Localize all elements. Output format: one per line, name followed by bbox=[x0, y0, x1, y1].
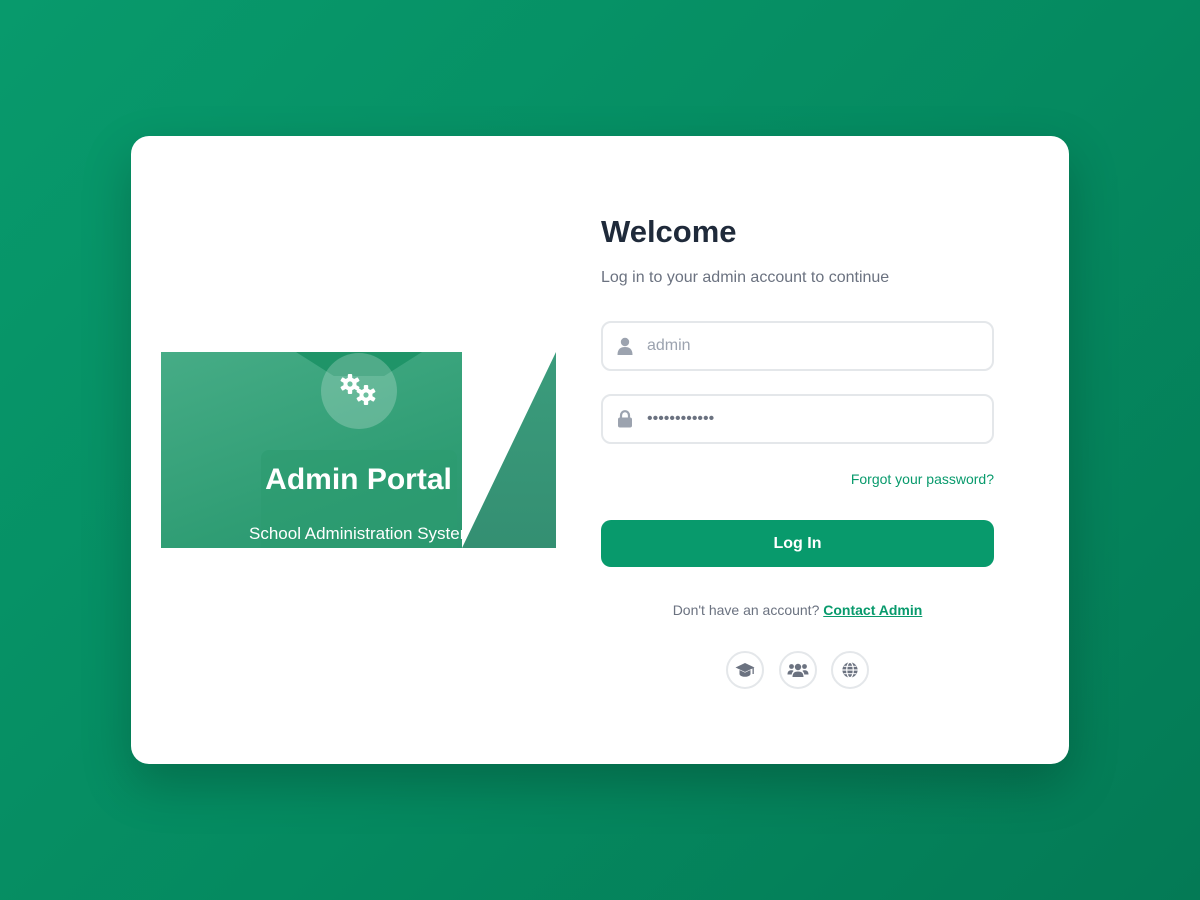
banner-subtitle-clip: School Administration System bbox=[161, 352, 462, 548]
user-icon bbox=[617, 337, 633, 360]
globe-icon bbox=[842, 661, 858, 679]
signup-prompt-text: Don't have an account? bbox=[672, 602, 820, 618]
graduation-cap-icon bbox=[735, 663, 755, 677]
username-field[interactable] bbox=[601, 321, 994, 371]
graduation-cap-button[interactable] bbox=[726, 651, 764, 689]
contact-admin-link[interactable]: Contact Admin bbox=[823, 602, 922, 618]
login-card: Admin Portal School Administration Syste… bbox=[131, 136, 1069, 764]
users-button[interactable] bbox=[779, 651, 817, 689]
signup-prompt: Don't have an account? Contact Admin bbox=[601, 602, 994, 618]
users-icon bbox=[787, 663, 809, 677]
globe-button[interactable] bbox=[831, 651, 869, 689]
login-button[interactable]: Log In bbox=[601, 520, 994, 567]
forgot-password-link[interactable]: Forgot your password? bbox=[601, 471, 994, 487]
social-links bbox=[726, 651, 871, 689]
page-subtitle: Log in to your admin account to continue bbox=[601, 269, 890, 286]
lock-icon bbox=[617, 410, 633, 433]
password-input[interactable] bbox=[647, 396, 987, 442]
admin-portal-banner: Admin Portal School Administration Syste… bbox=[161, 352, 556, 548]
banner-subtitle: School Administration System bbox=[249, 524, 462, 543]
password-field[interactable] bbox=[601, 394, 994, 444]
page-title: Welcome bbox=[601, 214, 737, 249]
username-input[interactable] bbox=[647, 323, 987, 369]
